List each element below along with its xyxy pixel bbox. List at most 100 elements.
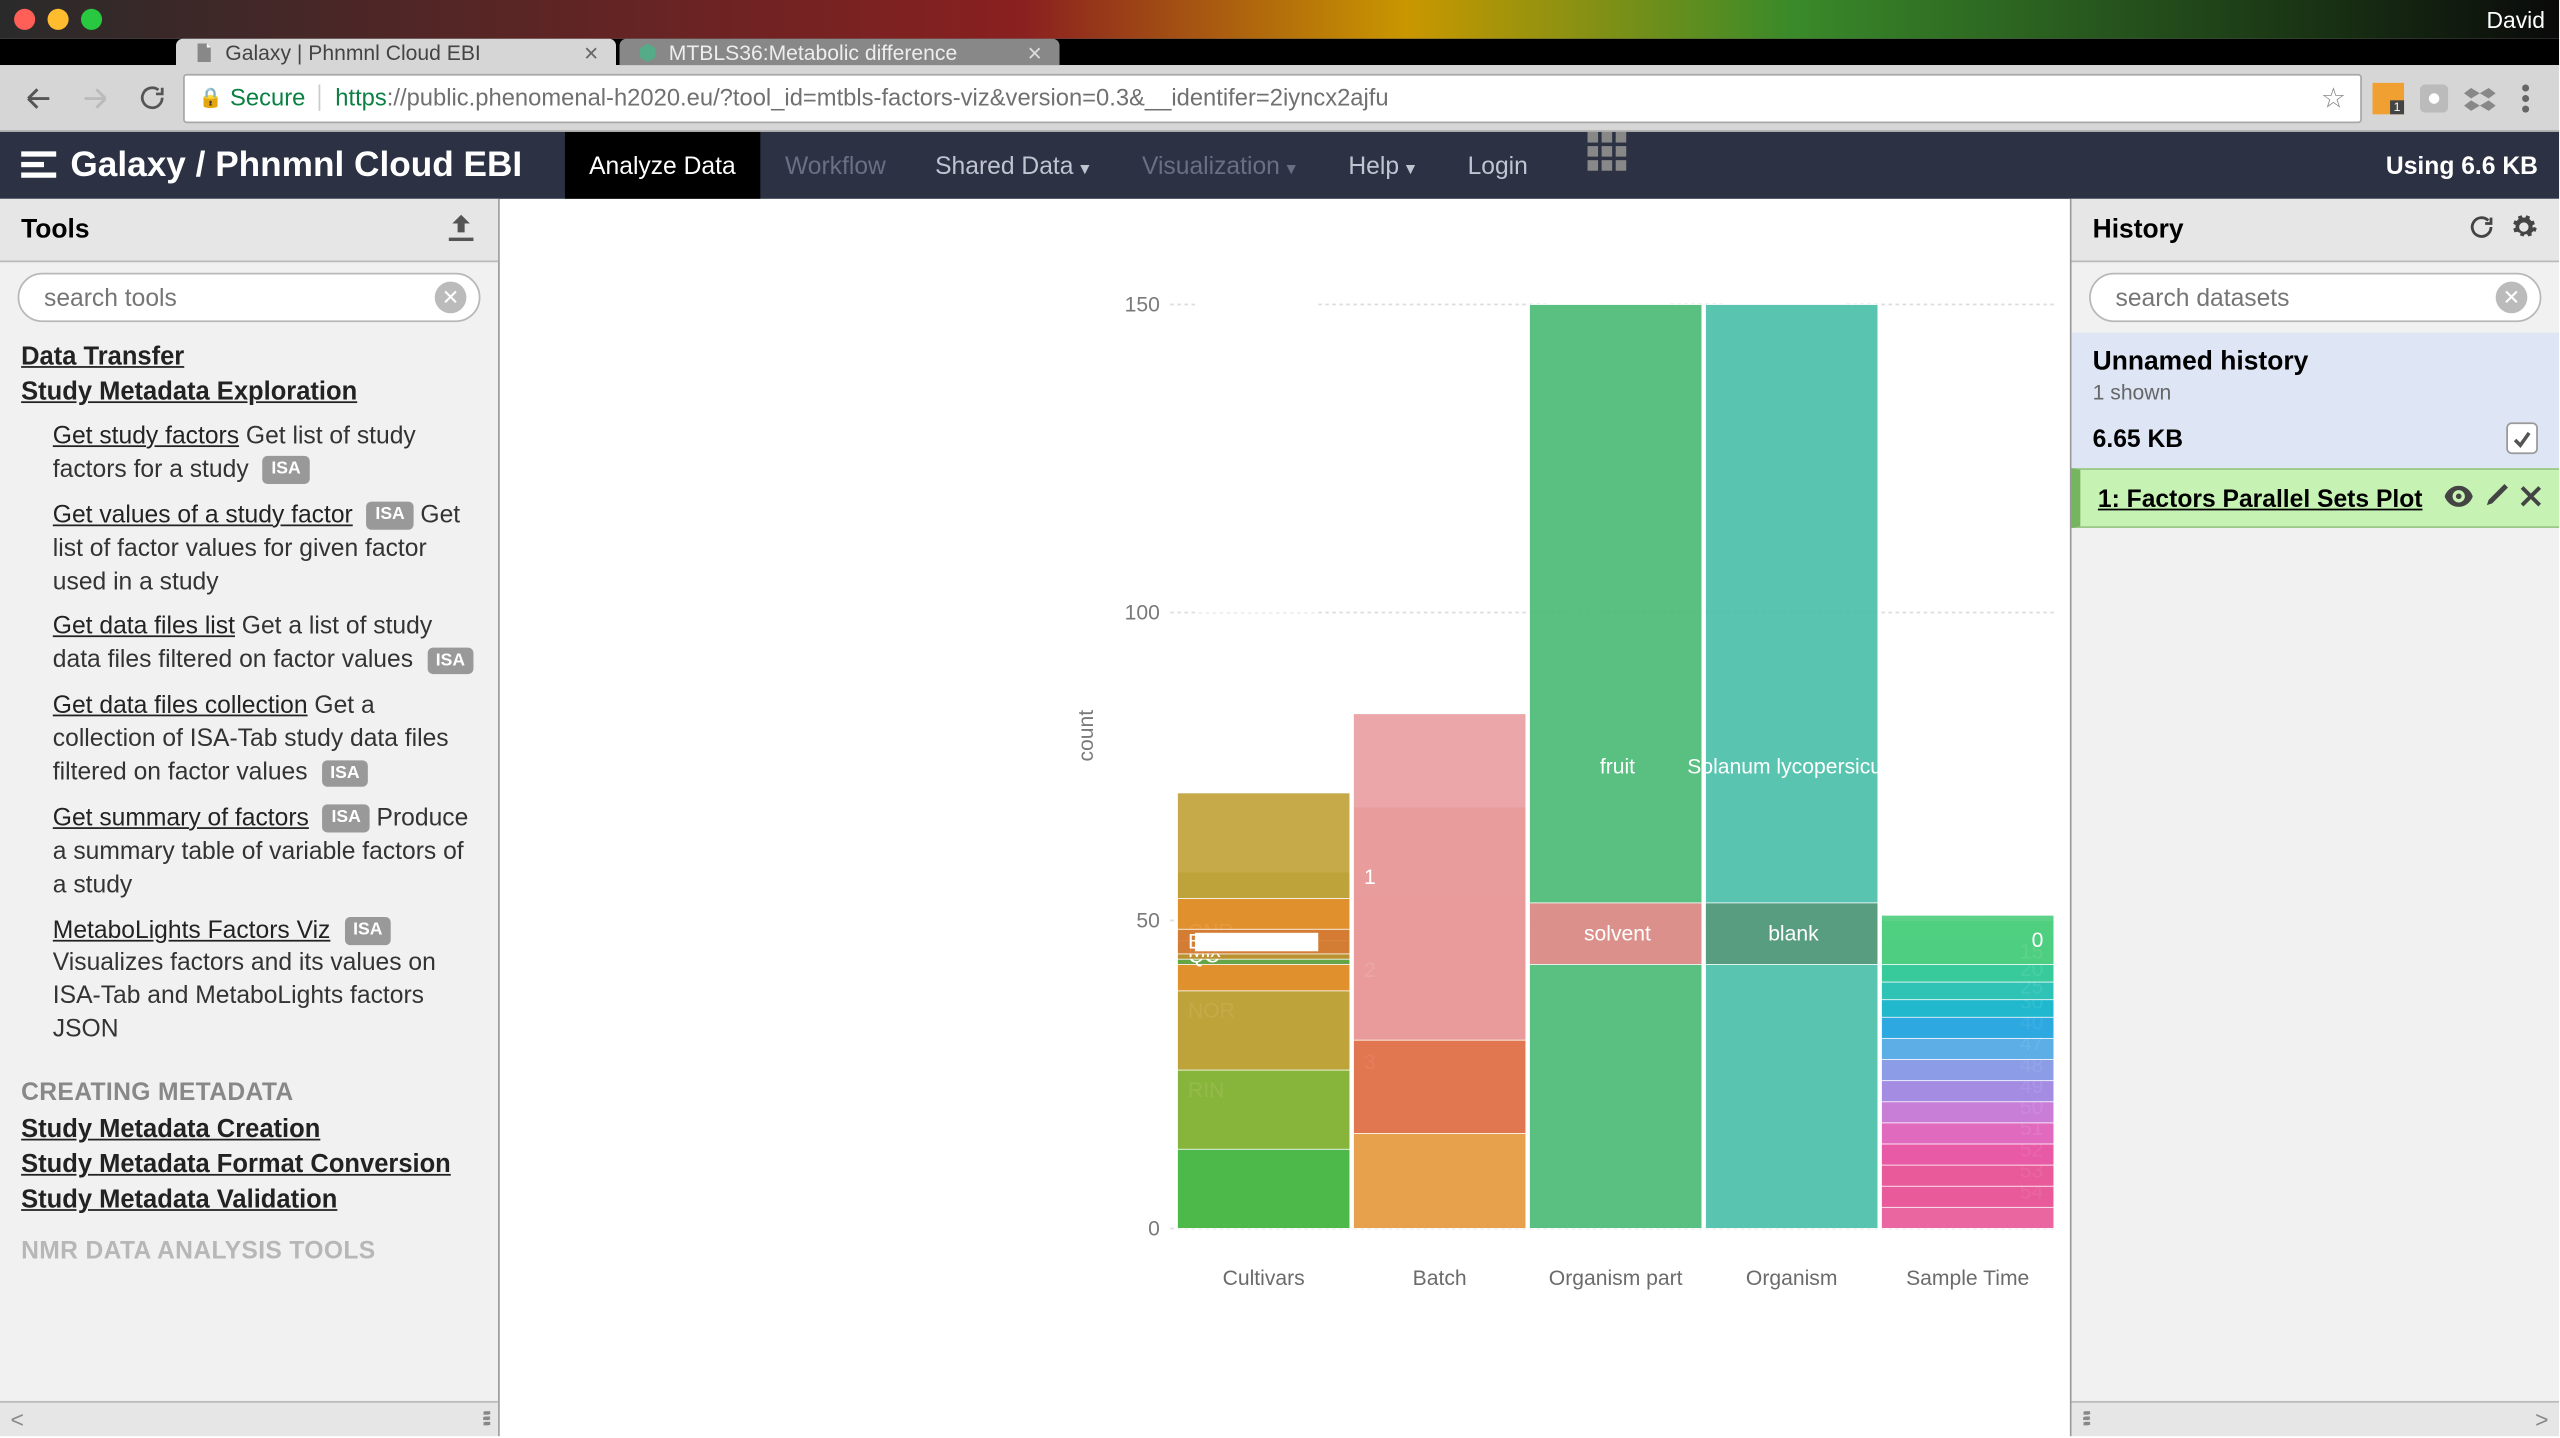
tool-item[interactable]: Get data files collection Get a collecti… bbox=[53, 689, 477, 789]
forward-button[interactable] bbox=[70, 73, 119, 122]
tool-panel-title: Tools bbox=[21, 215, 89, 245]
extension-icon-1[interactable]: 1 bbox=[2369, 78, 2408, 117]
svg-text:100: 100 bbox=[1125, 602, 1160, 625]
close-window-button[interactable] bbox=[14, 9, 35, 30]
nav-analyze-data[interactable]: Analyze Data bbox=[564, 132, 760, 199]
section-label-creating: CREATING METADATA bbox=[21, 1077, 477, 1105]
section-study-metadata-exploration[interactable]: Study Metadata Exploration bbox=[21, 378, 477, 406]
browser-toolbar: 🔒 Secure https://public.phenomenal-h2020… bbox=[0, 65, 2559, 132]
history-search-input[interactable] bbox=[2089, 273, 2541, 322]
history-panel-header: History bbox=[2072, 199, 2560, 262]
tool-panel-footer[interactable]: < ᎒᎒᎒ bbox=[0, 1401, 498, 1436]
history-shown: 1 shown bbox=[2093, 380, 2538, 405]
section-data-transfer[interactable]: Data Transfer bbox=[21, 343, 477, 371]
nav-scratchbook[interactable] bbox=[1553, 132, 1652, 199]
tool-name: MetaboLights Factors Viz bbox=[53, 914, 331, 942]
svg-text:1: 1 bbox=[2394, 99, 2401, 113]
secure-label: Secure bbox=[230, 84, 305, 110]
tool-panel-header: Tools bbox=[0, 199, 498, 262]
tab-title: Galaxy | Phnmnl Cloud EBI bbox=[225, 40, 481, 65]
galaxy-logo[interactable]: Galaxy / Phnmnl Cloud EBI bbox=[21, 145, 522, 185]
extension-icon-dropbox[interactable] bbox=[2460, 78, 2499, 117]
section-study-metadata-validation[interactable]: Study Metadata Validation bbox=[21, 1186, 477, 1214]
isa-badge: ISA bbox=[367, 502, 414, 529]
history-panel-title: History bbox=[2093, 215, 2184, 245]
extension-icon-2[interactable] bbox=[2415, 78, 2454, 117]
svg-text:150: 150 bbox=[1125, 294, 1160, 317]
clear-icon[interactable]: ✕ bbox=[2496, 282, 2528, 314]
history-meta: Unnamed history 1 shown 6.65 KB bbox=[2072, 333, 2560, 469]
history-size: 6.65 KB bbox=[2093, 424, 2183, 452]
galaxy-logo-icon bbox=[21, 148, 56, 183]
tool-item[interactable]: MetaboLights Factors Viz ISA Visualizes … bbox=[53, 913, 477, 1046]
clear-icon[interactable]: ✕ bbox=[435, 282, 467, 314]
browser-tab-inactive[interactable]: MTBLS36:Metabolic difference × bbox=[620, 39, 1060, 65]
lock-icon: 🔒 bbox=[199, 86, 223, 109]
tool-desc: Visualizes factors and its values on ISA… bbox=[53, 948, 436, 1043]
chrome-menu-button[interactable] bbox=[2506, 78, 2545, 117]
view-button[interactable] bbox=[2445, 484, 2473, 512]
svg-text:Batch: Batch bbox=[1413, 1267, 1467, 1290]
url-host: ://public.phenomenal-h2020.eu bbox=[387, 84, 713, 110]
history-refresh-button[interactable] bbox=[2468, 212, 2496, 247]
mac-user-name[interactable]: David bbox=[2486, 6, 2545, 32]
quota-meter: Using 6.6 KB bbox=[2386, 151, 2538, 179]
section-study-metadata-creation[interactable]: Study Metadata Creation bbox=[21, 1116, 477, 1144]
tool-item[interactable]: Get values of a study factor ISA Get lis… bbox=[53, 498, 477, 598]
nav-workflow[interactable]: Workflow bbox=[760, 132, 910, 199]
nav-help[interactable]: Help▼ bbox=[1324, 132, 1443, 199]
delete-button[interactable] bbox=[2520, 484, 2541, 512]
svg-text:count: count bbox=[1075, 710, 1098, 762]
tool-item[interactable]: Get study factors Get list of study fact… bbox=[53, 419, 477, 485]
upload-icon bbox=[445, 212, 477, 240]
tool-name: Get data files list bbox=[53, 612, 235, 640]
tool-name: Get data files collection bbox=[53, 690, 308, 718]
nav-visualization[interactable]: Visualization▼ bbox=[1117, 132, 1323, 199]
svg-text:0: 0 bbox=[2032, 929, 2044, 952]
masthead-nav: Analyze Data Workflow Shared Data▼ Visua… bbox=[564, 132, 1651, 199]
section-study-metadata-format[interactable]: Study Metadata Format Conversion bbox=[21, 1151, 477, 1179]
section-label-nmr: NMR DATA ANALYSIS TOOLS bbox=[21, 1236, 477, 1264]
browser-tab-active[interactable]: Galaxy | Phnmnl Cloud EBI × bbox=[176, 39, 616, 65]
zoom-window-button[interactable] bbox=[81, 9, 102, 30]
history-multiselect-button[interactable] bbox=[2506, 422, 2538, 454]
tool-name: Get values of a study factor bbox=[53, 499, 353, 527]
minimize-window-button[interactable] bbox=[48, 9, 69, 30]
grid-icon bbox=[1588, 132, 1627, 171]
close-icon bbox=[2520, 486, 2541, 507]
history-search: ✕ bbox=[2089, 273, 2541, 322]
tool-item[interactable]: Get summary of factors ISA Produce a sum… bbox=[53, 801, 477, 901]
nav-shared-data[interactable]: Shared Data▼ bbox=[910, 132, 1117, 199]
bookmark-star-icon[interactable]: ☆ bbox=[2321, 80, 2346, 115]
tool-list: Data Transfer Study Metadata Exploration… bbox=[0, 333, 498, 1401]
svg-text:Sample Time: Sample Time bbox=[1906, 1267, 2029, 1290]
history-name[interactable]: Unnamed history bbox=[2093, 347, 2538, 377]
svg-text:fruit: fruit bbox=[1600, 756, 1635, 779]
history-options-button[interactable] bbox=[2510, 212, 2538, 247]
url-bar[interactable]: 🔒 Secure https://public.phenomenal-h2020… bbox=[183, 73, 2362, 122]
drag-handle-icon: ᎒᎒᎒ bbox=[482, 1404, 487, 1434]
close-icon[interactable]: × bbox=[584, 39, 598, 65]
tool-search-input[interactable] bbox=[18, 273, 481, 322]
upload-button[interactable] bbox=[445, 212, 477, 247]
reload-button[interactable] bbox=[127, 73, 176, 122]
tool-search: ✕ bbox=[18, 273, 481, 322]
nav-login[interactable]: Login bbox=[1443, 132, 1553, 199]
mac-menubar: David bbox=[0, 0, 2559, 39]
close-icon[interactable]: × bbox=[1028, 39, 1042, 65]
history-item[interactable]: 1: Factors Parallel Sets Plot bbox=[2072, 468, 2560, 528]
traffic-lights[interactable] bbox=[14, 9, 102, 30]
back-button[interactable] bbox=[14, 73, 63, 122]
history-panel-footer[interactable]: ᎒᎒᎒ > bbox=[2072, 1401, 2560, 1436]
url-path: /?tool_id=mtbls-factors-viz&version=0.3&… bbox=[713, 84, 1389, 110]
isa-badge: ISA bbox=[427, 647, 474, 674]
page-icon bbox=[194, 41, 215, 62]
eye-icon bbox=[2445, 486, 2473, 507]
arrow-right-icon bbox=[79, 82, 111, 114]
collapse-right-icon: > bbox=[2535, 1406, 2548, 1432]
svg-text:1: 1 bbox=[1364, 866, 1376, 889]
tool-item[interactable]: Get data files list Get a list of study … bbox=[53, 610, 477, 676]
gear-icon bbox=[2510, 212, 2538, 240]
history-items: 1: Factors Parallel Sets Plot bbox=[2072, 468, 2560, 1401]
edit-button[interactable] bbox=[2485, 484, 2508, 512]
